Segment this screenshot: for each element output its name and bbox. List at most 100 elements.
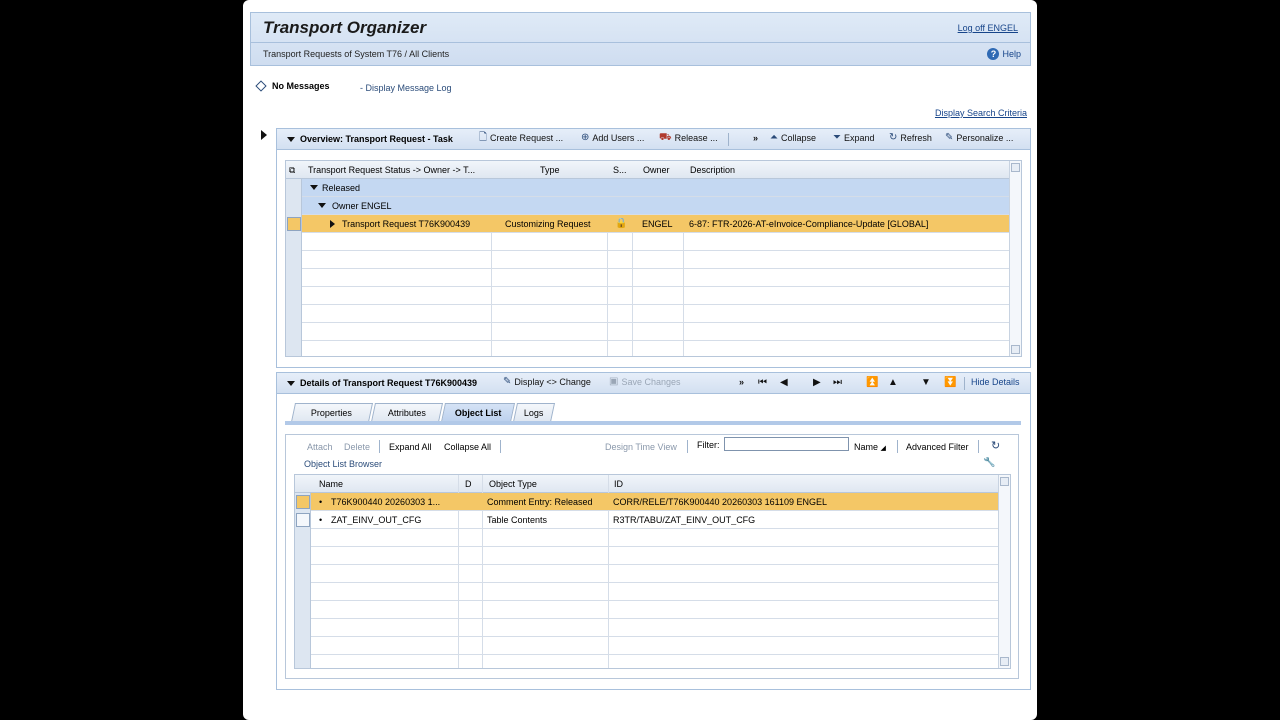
search-panel-expand-icon[interactable] — [261, 130, 267, 140]
delete-button[interactable]: Delete — [344, 442, 370, 452]
attach-button[interactable]: Attach — [307, 442, 333, 452]
logoff-link[interactable]: Log off ENGEL — [958, 23, 1018, 33]
overview-toolbar: Overview: Transport Request - Task 🗋 Cre… — [277, 129, 1030, 150]
scroll-up-icon[interactable]: ▲ — [888, 377, 898, 388]
expand-all-button[interactable]: Expand All — [389, 442, 432, 452]
overview-panel: Overview: Transport Request - Task 🗋 Cre… — [276, 128, 1031, 368]
tab-attributes-label: Attributes — [387, 408, 426, 418]
toolbar-separator — [964, 377, 965, 390]
empty-row — [302, 323, 1009, 341]
scroll-up-button[interactable] — [1011, 163, 1020, 172]
group-owner-label: Owner ENGEL — [332, 201, 392, 211]
scroll-bottom-icon[interactable]: ⏬ — [944, 377, 956, 388]
tab-logs[interactable]: Logs — [512, 403, 556, 422]
empty-row — [311, 565, 998, 583]
row-select-box[interactable] — [296, 513, 310, 527]
overview-scrollbar[interactable] — [1009, 161, 1021, 356]
col-id[interactable]: ID — [614, 479, 623, 489]
row-selector-column — [286, 161, 302, 356]
overview-table: ⧉ Transport Request Status -> Owner -> T… — [285, 160, 1022, 357]
col-s[interactable]: S... — [613, 165, 627, 175]
tab-attributes[interactable]: Attributes — [370, 403, 444, 422]
bullet-icon: • — [319, 515, 323, 525]
truck-icon: ⛟ — [659, 132, 672, 143]
advanced-filter-button[interactable]: Advanced Filter — [906, 442, 969, 452]
hide-details-link[interactable]: Hide Details — [971, 377, 1020, 387]
personalize-label: Personalize ... — [956, 133, 1014, 143]
tab-object-list[interactable]: Object List — [440, 403, 516, 422]
scroll-down-button[interactable] — [1000, 657, 1009, 666]
table-row[interactable]: Transport Request T76K900439 Customizing… — [302, 215, 1009, 233]
more-nav-button[interactable]: » — [739, 377, 744, 387]
table-row[interactable]: • T76K900440 20260303 1... Comment Entry… — [311, 493, 998, 511]
toolbar-separator — [897, 440, 898, 453]
scroll-up-button[interactable] — [1000, 477, 1009, 486]
display-message-log-link[interactable]: - Display Message Log — [360, 83, 452, 93]
design-time-view-button[interactable]: Design Time View — [605, 442, 677, 452]
empty-row — [311, 529, 998, 547]
col-type[interactable]: Type — [540, 165, 560, 175]
scroll-top-icon[interactable]: ⏫ — [866, 377, 878, 388]
object-type-cell: Table Contents — [487, 515, 548, 525]
pencil-glasses-icon: ✎ — [503, 376, 512, 387]
refresh-icon[interactable]: ↻ — [991, 439, 1000, 452]
filter-input[interactable] — [724, 437, 849, 451]
help-label: Help — [1002, 49, 1021, 59]
save-changes-button[interactable]: ▣ Save Changes — [609, 377, 681, 388]
main-window: Transport Organizer Log off ENGEL Transp… — [243, 0, 1037, 720]
tab-object-list-label: Object List — [454, 408, 502, 418]
request-cell: Transport Request T76K900439 — [342, 219, 471, 229]
empty-row — [311, 547, 998, 565]
first-page-icon[interactable]: ⏮ — [758, 377, 767, 388]
personalize-button[interactable]: ✎ Personalize ... — [945, 133, 1014, 144]
row-select-box[interactable] — [287, 217, 301, 231]
object-list-toolbar: Attach Delete Expand All Collapse All De… — [286, 435, 1018, 469]
tab-properties[interactable]: Properties — [290, 403, 374, 422]
toolbar-separator — [978, 440, 979, 453]
display-search-criteria-link[interactable]: Display Search Criteria — [935, 108, 1027, 118]
refresh-button[interactable]: ↻ Refresh — [889, 133, 932, 144]
create-request-button[interactable]: 🗋 Create Request ... — [479, 133, 564, 144]
id-cell: R3TR/TABU/ZAT_EINV_OUT_CFG — [613, 515, 756, 525]
object-type-cell: Comment Entry: Released — [487, 497, 593, 507]
more-actions-button[interactable]: » — [753, 133, 758, 143]
display-change-button[interactable]: ✎ Display <> Change — [503, 376, 591, 388]
collapse-button[interactable]: ⏶ Collapse — [770, 133, 816, 144]
help-link[interactable]: ? Help — [987, 48, 1021, 60]
col-description[interactable]: Description — [690, 165, 735, 175]
group-row-released[interactable]: Released — [302, 179, 1009, 197]
col-name[interactable]: Name — [319, 479, 343, 489]
release-button[interactable]: ⛟ Release ... — [659, 132, 718, 144]
overview-panel-header[interactable]: Overview: Transport Request - Task — [277, 134, 453, 144]
group-expand-icon[interactable] — [318, 203, 326, 208]
object-list-scrollbar[interactable] — [998, 475, 1010, 668]
col-object-type[interactable]: Object Type — [489, 479, 537, 489]
collapse-all-button[interactable]: Collapse All — [444, 442, 491, 452]
previous-icon[interactable]: ◀ — [780, 377, 788, 388]
filter-label: Filter: — [697, 440, 720, 450]
add-users-button[interactable]: ⊕ Add Users ... — [581, 133, 644, 144]
toolbar-separator — [379, 440, 380, 453]
last-page-icon[interactable]: ⏭ — [833, 377, 842, 388]
col-d[interactable]: D — [465, 479, 472, 489]
next-icon[interactable]: ▶ — [813, 377, 821, 388]
scroll-down-icon[interactable]: ▼ — [921, 377, 931, 388]
col-owner[interactable]: Owner — [643, 165, 670, 175]
col-status[interactable]: Transport Request Status -> Owner -> T..… — [308, 165, 488, 175]
toolbar-separator — [728, 133, 729, 146]
name-sort-dropdown[interactable]: Name ◢ — [854, 442, 886, 452]
select-all-icon[interactable]: ⧉ — [289, 165, 295, 176]
table-row[interactable]: • ZAT_EINV_OUT_CFG Table Contents R3TR/T… — [311, 511, 998, 529]
expand-button[interactable]: ⏷ Expand — [833, 133, 875, 144]
group-expand-icon[interactable] — [310, 185, 318, 190]
scroll-down-button[interactable] — [1011, 345, 1020, 354]
create-request-label: Create Request ... — [490, 133, 564, 143]
details-panel-header[interactable]: Details of Transport Request T76K900439 — [277, 378, 477, 388]
object-list-table-header: Name D Object Type ID — [295, 475, 1010, 493]
toolbar-separator — [687, 440, 688, 453]
row-expand-icon[interactable] — [330, 220, 335, 228]
settings-wrench-icon[interactable]: 🔧 — [983, 457, 995, 468]
group-row-owner[interactable]: Owner ENGEL — [302, 197, 1009, 215]
row-select-box[interactable] — [296, 495, 310, 509]
message-status: No Messages — [255, 80, 330, 92]
